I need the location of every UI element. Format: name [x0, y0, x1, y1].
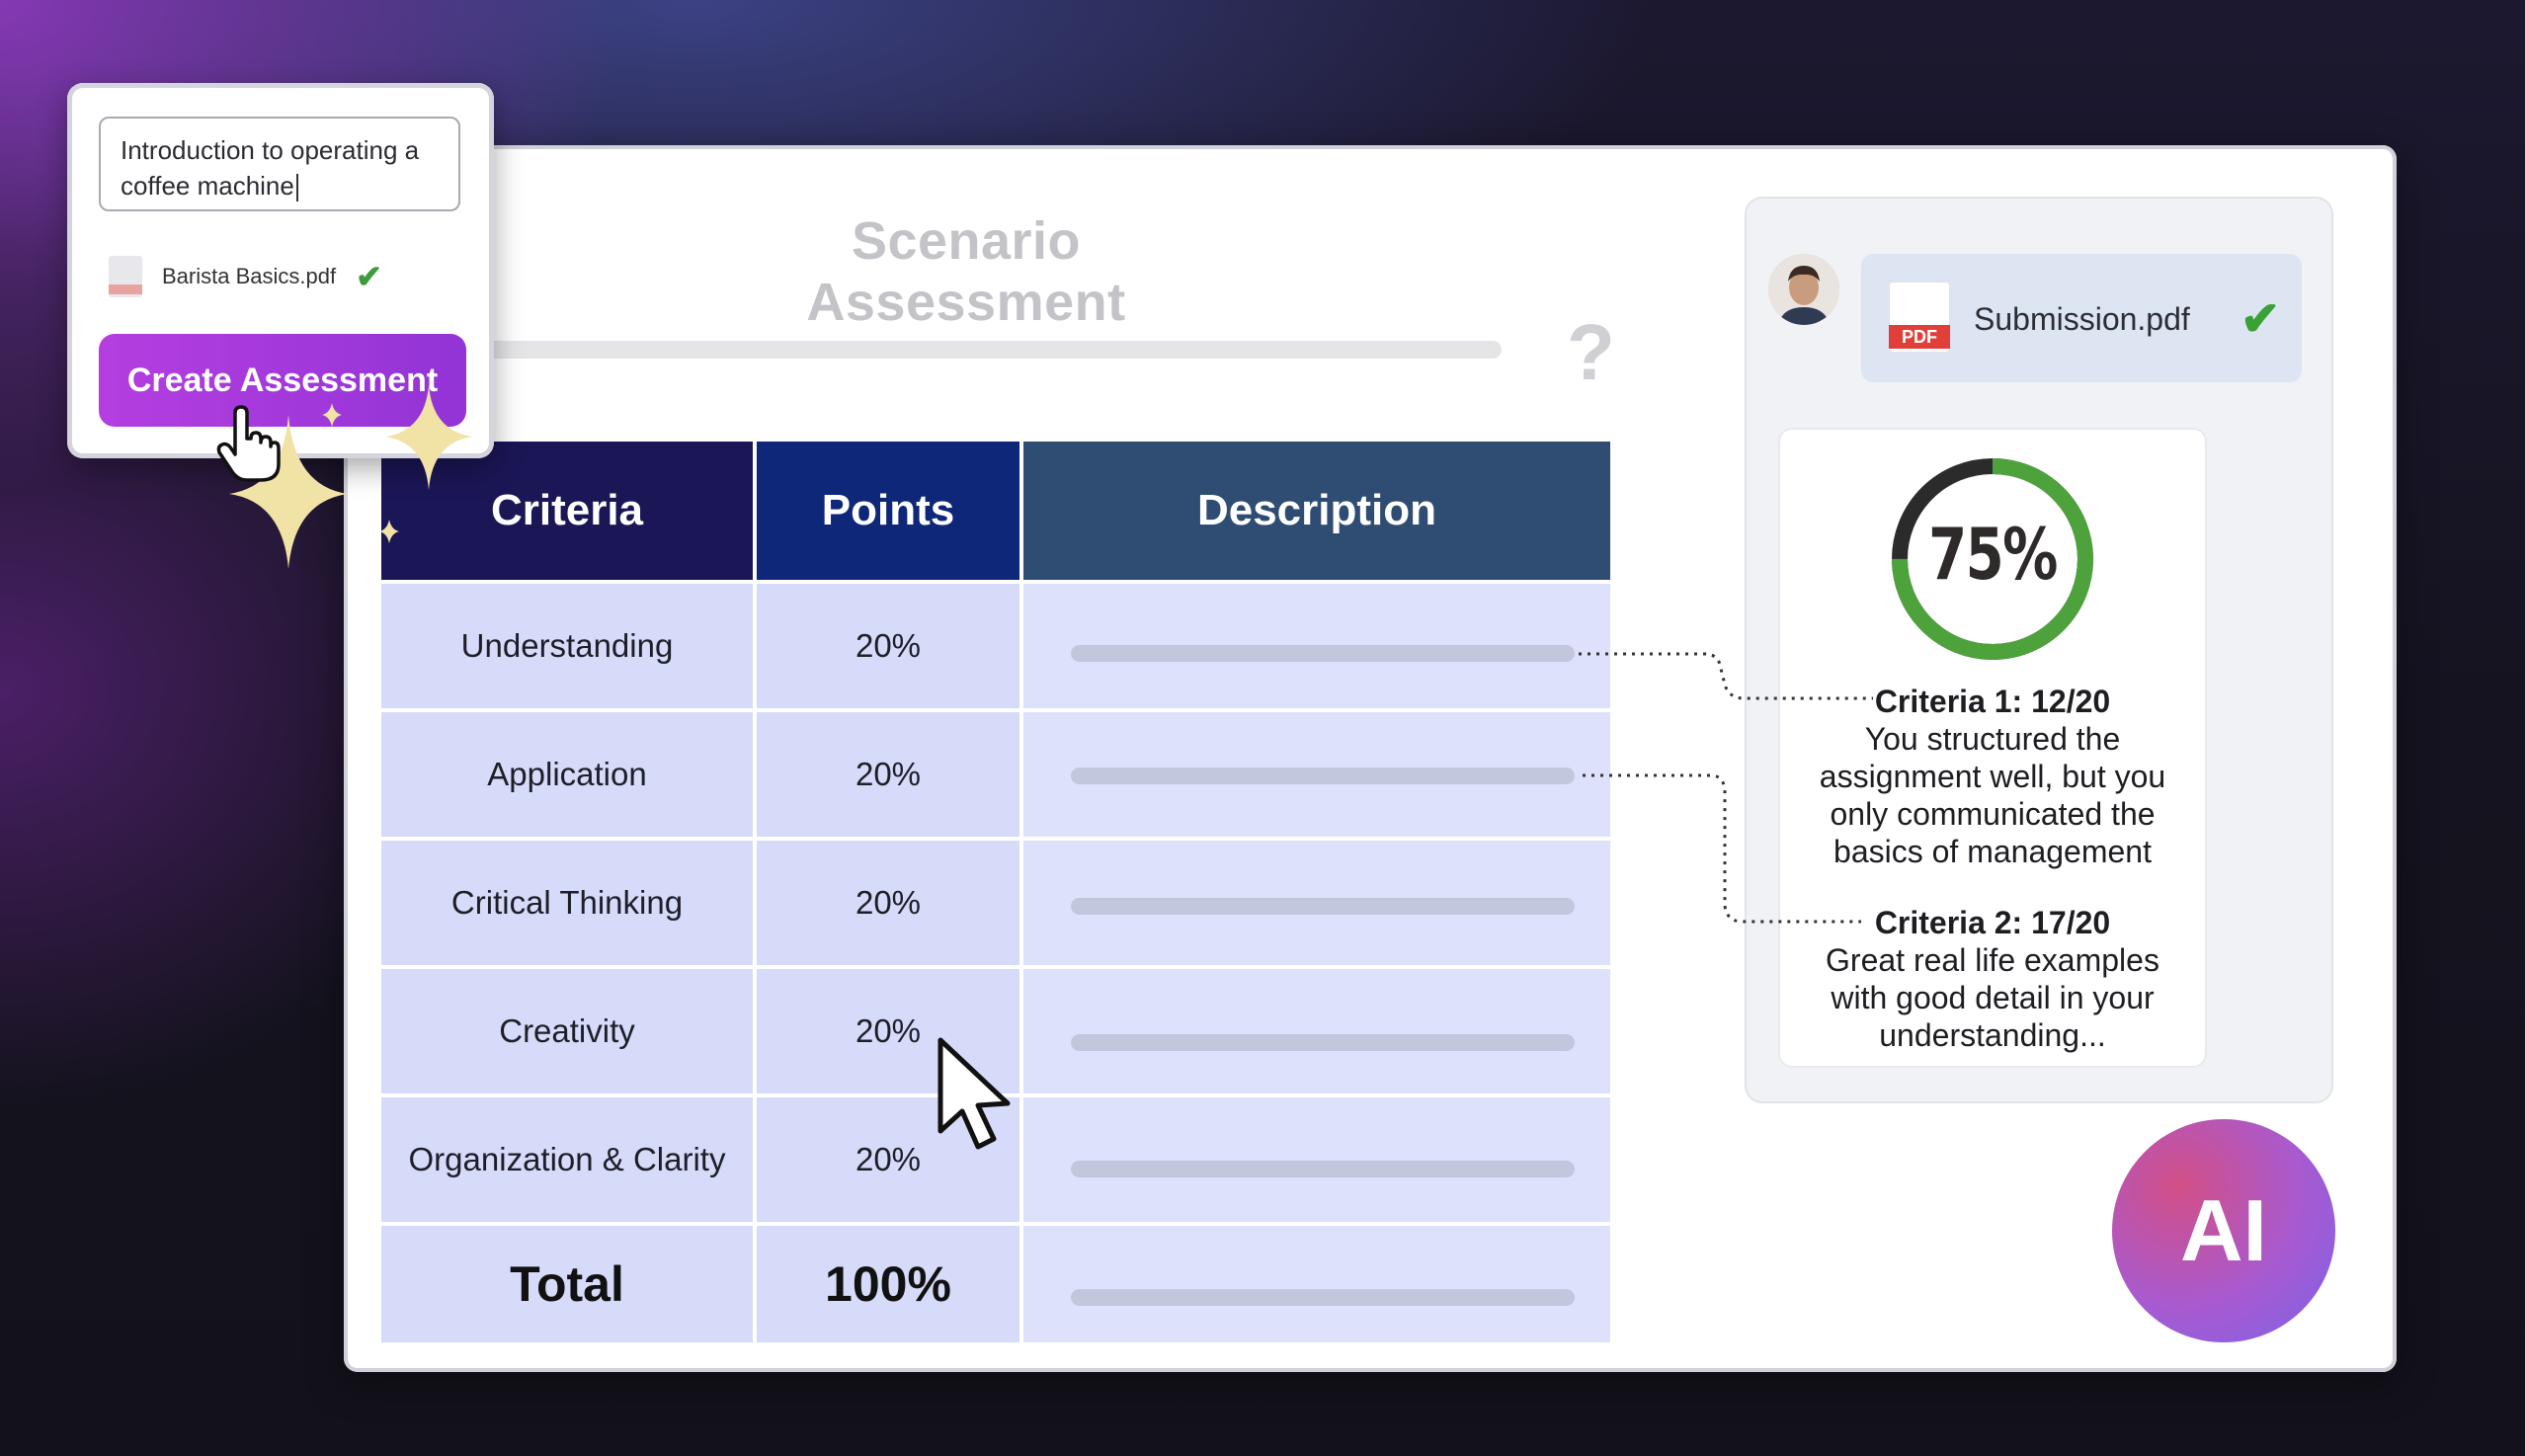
page-title: Scenario Assessment: [806, 211, 1126, 332]
table-row[interactable]: Application 20%: [381, 712, 1652, 837]
description-placeholder-bar: [1071, 1034, 1575, 1051]
avatar: [1768, 254, 1839, 325]
description-cell: [1023, 969, 1610, 1093]
header-criteria: Criteria: [381, 442, 753, 580]
question-mark-icon: ?: [1567, 308, 1615, 396]
criteria-cell: Critical Thinking: [381, 841, 753, 965]
table-row[interactable]: Critical Thinking 20%: [381, 841, 1652, 965]
criteria-cell: Application: [381, 712, 753, 837]
submission-file[interactable]: PDF Submission.pdf ✔: [1861, 254, 2302, 382]
check-icon: ✔: [2240, 293, 2281, 346]
description-placeholder-bar: [1071, 898, 1575, 915]
points-cell: 20%: [757, 841, 1019, 965]
criteria-cell: Creativity: [381, 969, 753, 1093]
pdf-file-icon: [109, 256, 142, 297]
table-total-row: Total 100%: [381, 1226, 1652, 1342]
description-placeholder-bar: [1071, 1161, 1575, 1177]
points-cell: 20%: [757, 1097, 1019, 1222]
description-placeholder-bar: [1071, 645, 1575, 662]
pdf-file-icon: PDF: [1889, 282, 1950, 353]
description-cell: [1023, 584, 1610, 708]
topic-input[interactable]: Introduction to operating a coffee machi…: [99, 117, 460, 211]
total-points: 100%: [757, 1226, 1019, 1342]
ai-badge: AI: [2112, 1119, 2335, 1342]
feedback-text: Great real life examples with good detai…: [1826, 942, 2159, 1053]
table-row[interactable]: Understanding 20%: [381, 584, 1652, 708]
table-header-row: Criteria Points Description: [381, 442, 1652, 580]
feedback-text: You structured the assignment well, but …: [1819, 721, 2166, 869]
description-placeholder-bar: [1071, 1289, 1575, 1306]
submission-panel: PDF Submission.pdf ✔ 75% Criteria 1: 12/…: [1745, 197, 2333, 1103]
description-cell: [1023, 841, 1610, 965]
description-cell: [1023, 1097, 1610, 1222]
submission-file-name: Submission.pdf: [1974, 301, 2190, 337]
criteria-cell: Understanding: [381, 584, 753, 708]
table-row[interactable]: Organization & Clarity 20%: [381, 1097, 1652, 1222]
feedback-card: 75% Criteria 1: 12/20 You structured the…: [1778, 428, 2207, 1068]
check-icon: ✔: [356, 259, 382, 294]
create-assessment-button[interactable]: Create Assessment: [99, 334, 466, 427]
feedback-item: Criteria 2: 17/20 Great real life exampl…: [1778, 904, 2207, 1054]
text-caret: [295, 174, 298, 202]
total-label: Total: [381, 1226, 753, 1342]
header-description: Description: [1023, 442, 1610, 580]
create-assessment-card: Introduction to operating a coffee machi…: [67, 83, 494, 458]
points-cell: 20%: [757, 712, 1019, 837]
topic-input-value: Introduction to operating a coffee machi…: [121, 135, 420, 201]
feedback-title: Criteria 2: 17/20: [1874, 905, 2111, 940]
feedback-item: Criteria 1: 12/20 You structured the ass…: [1778, 683, 2207, 870]
points-cell: 20%: [757, 584, 1019, 708]
rubric-table: Criteria Points Description Understandin…: [381, 442, 1652, 1346]
feedback-title: Criteria 1: 12/20: [1874, 684, 2111, 719]
attached-file-name: Barista Basics.pdf: [162, 264, 337, 288]
assessment-card: Scenario Assessment ? Criteria Points De…: [304, 145, 2397, 1372]
score-label: 75%: [1928, 513, 2058, 596]
description-cell: [1023, 1226, 1610, 1342]
table-row[interactable]: Creativity 20%: [381, 969, 1652, 1093]
attached-file[interactable]: Barista Basics.pdf ✔: [109, 253, 382, 300]
description-cell: [1023, 712, 1610, 837]
points-cell: 20%: [757, 969, 1019, 1093]
criteria-cell: Organization & Clarity: [381, 1097, 753, 1222]
header-points: Points: [757, 442, 1019, 580]
description-placeholder-bar: [1071, 768, 1575, 784]
